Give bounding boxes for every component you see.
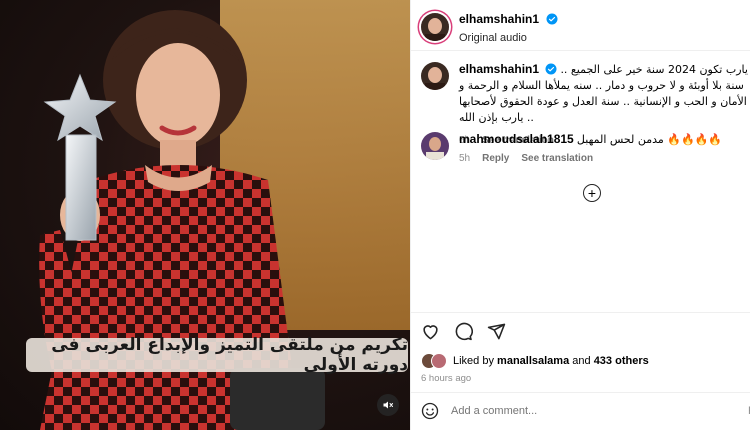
actions-divider bbox=[411, 312, 750, 313]
action-bar bbox=[421, 322, 506, 341]
header-divider bbox=[411, 50, 750, 51]
caption-username[interactable]: elhamshahin1 bbox=[459, 62, 539, 76]
comment-age: 5h bbox=[459, 153, 471, 164]
likes-others-count[interactable]: 433 others bbox=[594, 355, 649, 367]
likes-summary: Liked by manallsalama and 433 others bbox=[421, 353, 649, 369]
avatar-image bbox=[421, 13, 449, 41]
verified-badge-icon bbox=[545, 63, 557, 75]
smiley-icon[interactable] bbox=[421, 402, 439, 420]
commenter-avatar[interactable] bbox=[421, 132, 449, 160]
avatar-image bbox=[421, 62, 449, 90]
post-side-panel: elhamshahin1 Original audio elhamshahin1 bbox=[410, 0, 750, 430]
avatar-image bbox=[421, 132, 449, 160]
heart-icon[interactable] bbox=[421, 322, 440, 341]
likes-prefix: Liked by bbox=[453, 355, 494, 367]
author-avatar[interactable] bbox=[421, 13, 449, 41]
speaker-muted-icon bbox=[383, 401, 393, 409]
comment-bubble-icon[interactable] bbox=[454, 322, 473, 341]
add-comment-bar: P bbox=[421, 402, 750, 420]
post-timestamp[interactable]: 6 hours ago bbox=[421, 373, 471, 384]
liker-username[interactable]: manallsalama bbox=[497, 355, 569, 367]
caption-author-avatar[interactable] bbox=[421, 62, 449, 90]
post-header: elhamshahin1 Original audio bbox=[421, 10, 558, 44]
comment-see-translation-button[interactable]: See translation bbox=[521, 153, 593, 164]
comment-body: مدمن لحس المهبل 🔥🔥🔥🔥 bbox=[576, 133, 723, 146]
comment-box-divider bbox=[411, 392, 750, 393]
liker-avatar bbox=[431, 353, 447, 369]
add-comment-input[interactable] bbox=[451, 405, 711, 417]
image-caption-banner: تكريم من ملتقى التميز والإبداع العربى فى… bbox=[26, 335, 408, 375]
image-caption-text: تكريم من ملتقى التميز والإبداع العربى فى… bbox=[51, 335, 408, 375]
reply-button[interactable]: Reply bbox=[482, 153, 509, 164]
plus-circle-icon: + bbox=[587, 185, 597, 201]
commenter-username[interactable]: mahmoudsalah1815 bbox=[459, 132, 574, 146]
likes-joiner: and bbox=[572, 355, 591, 367]
author-username[interactable]: elhamshahin1 bbox=[459, 12, 539, 26]
paper-plane-icon[interactable] bbox=[487, 322, 506, 341]
comment-item: mahmoudsalah1815 مدمن لحس المهبل 🔥🔥🔥🔥 5h… bbox=[421, 132, 750, 164]
post-media[interactable]: تكريم من ملتقى التميز والإبداع العربى فى… bbox=[0, 0, 410, 430]
verified-badge-icon bbox=[546, 13, 558, 25]
mute-button[interactable] bbox=[377, 394, 399, 416]
liker-avatars[interactable] bbox=[421, 353, 447, 369]
audio-label[interactable]: Original audio bbox=[459, 32, 558, 44]
load-more-comments-button[interactable]: + bbox=[583, 184, 601, 202]
